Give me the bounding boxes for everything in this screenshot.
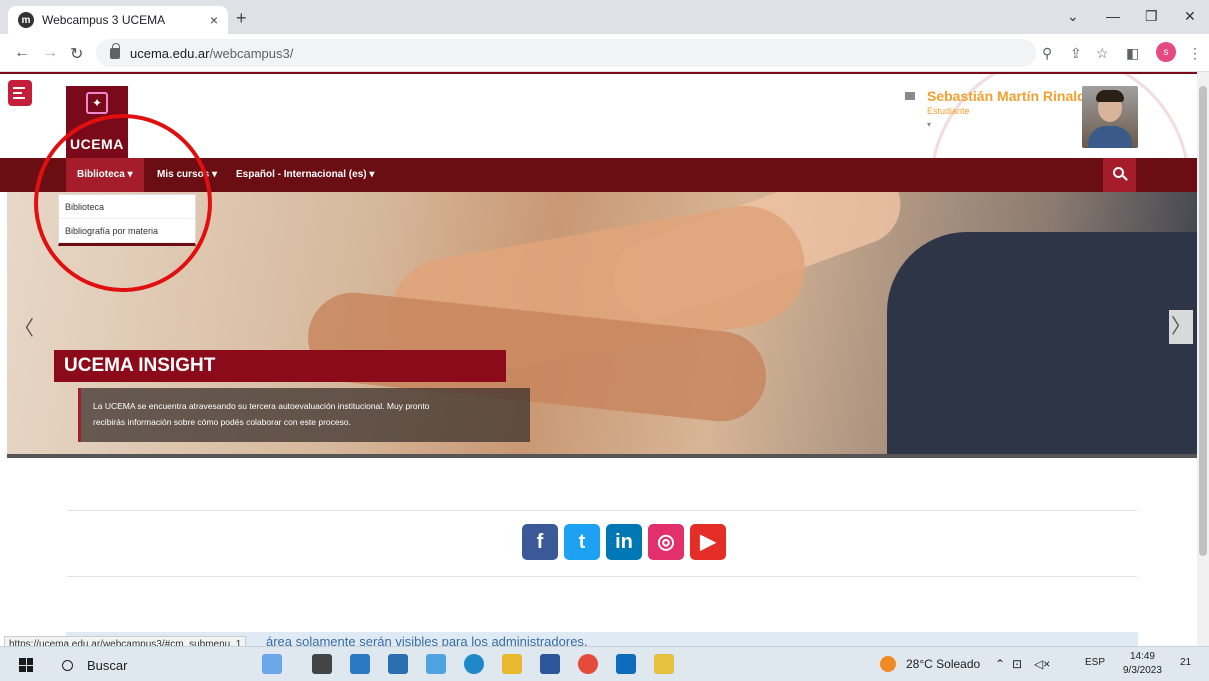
profile-avatar[interactable]: s [1156, 42, 1176, 62]
window-close-icon[interactable]: ✕ [1184, 8, 1196, 25]
address-bar[interactable]: ucema.edu.ar/webcampus3/ [96, 39, 1036, 67]
task-view-icon[interactable] [312, 654, 332, 674]
user-role: Estudiante [927, 106, 970, 116]
reload-icon[interactable]: ↻ [70, 44, 83, 64]
messages-icon[interactable] [905, 92, 915, 100]
nav-language[interactable]: Español - Internacional (es) ▾ [225, 158, 385, 192]
forward-arrow-icon[interactable]: → [42, 44, 58, 62]
edge-icon[interactable] [464, 654, 484, 674]
network-icon[interactable]: ⊡ [1012, 657, 1022, 671]
web-page: ✦ UCEMA Sebastián Martín Rinaldi Estudia… [0, 72, 1197, 646]
twitter-icon[interactable]: t [564, 524, 600, 560]
site-search-button[interactable] [1103, 158, 1136, 192]
clock-time: 14:49 [1129, 651, 1155, 662]
facebook-glyph: f [536, 531, 544, 553]
red-annotation-circle [34, 114, 212, 292]
notification-badge[interactable]: 21 [1180, 657, 1191, 668]
browser-tab[interactable]: m Webcampus 3 UCEMA × [8, 6, 228, 34]
youtube-glyph: ▶ [700, 531, 716, 553]
twitter-glyph: t [578, 531, 586, 553]
instagram-icon[interactable]: ◎ [648, 524, 684, 560]
youtube-icon[interactable]: ▶ [690, 524, 726, 560]
clock-date: 9/3/2023 [1123, 665, 1162, 676]
share-icon[interactable]: ⇪ [1070, 45, 1082, 62]
avatar-body [1088, 126, 1132, 148]
chrome-icon[interactable] [578, 654, 598, 674]
linkedin-glyph: in [615, 531, 633, 553]
file-explorer-icon[interactable] [502, 654, 522, 674]
bookmark-star-icon[interactable]: ☆ [1096, 45, 1109, 62]
tab-search-icon[interactable]: ⌄ [1067, 8, 1079, 25]
eagle-crest-icon: ✦ [86, 92, 108, 114]
tray-chevron-icon[interactable]: ⌃ [995, 657, 1005, 671]
search-icon [62, 659, 73, 671]
url-path: /webcampus3/ [209, 45, 294, 61]
linkedin-icon[interactable]: in [606, 524, 642, 560]
volume-icon[interactable]: ◁× [1034, 657, 1050, 671]
store-icon[interactable] [350, 654, 370, 674]
menu-kebab-icon[interactable]: ⋮ [1188, 45, 1202, 62]
hero-caption: La UCEMA se encuentra atravesando su ter… [78, 388, 530, 442]
word-icon[interactable] [540, 654, 560, 674]
outlook-icon[interactable] [616, 654, 636, 674]
url-host: ucema.edu.ar [130, 45, 210, 61]
language-indicator[interactable]: ESP [1085, 657, 1105, 668]
site-favicon-icon: m [18, 12, 34, 28]
scrollbar-thumb[interactable] [1199, 86, 1207, 556]
weather-sun-icon[interactable] [880, 656, 896, 672]
zoom-icon[interactable]: ⚲ [1042, 45, 1052, 62]
taskbar-clock[interactable]: 14:49 9/3/2023 [1123, 650, 1162, 678]
divider [67, 576, 1137, 577]
avatar-hair [1096, 90, 1124, 102]
back-arrow-icon[interactable]: ← [14, 44, 30, 62]
windows-taskbar: Buscar 28°C Soleado ⌃ ⊡ ◁× ESP 14:49 9/3… [0, 646, 1209, 681]
address-toolbar: ← → ↻ ucema.edu.ar/webcampus3/ ⚲ ⇪ ☆ ◧ s… [0, 34, 1209, 72]
search-icon-handle [1122, 175, 1128, 181]
carousel-prev-icon[interactable]: 〈 [14, 312, 34, 341]
new-tab-button[interactable]: + [236, 8, 247, 29]
divider [67, 510, 1137, 511]
windows-start-icon[interactable] [19, 658, 33, 672]
taskbar-search-label: Buscar [87, 657, 128, 673]
user-name[interactable]: Sebastián Martín Rinaldi [927, 88, 1090, 104]
tab-close-icon[interactable]: × [210, 12, 218, 28]
carousel-next-icon[interactable]: 〉 [1169, 310, 1193, 344]
facebook-icon[interactable]: f [522, 524, 558, 560]
minimize-icon[interactable]: — [1106, 8, 1120, 24]
page-scrollbar[interactable] [1197, 72, 1209, 646]
photos-icon[interactable] [426, 654, 446, 674]
weather-text[interactable]: 28°C Soleado [906, 657, 980, 671]
user-avatar[interactable] [1082, 86, 1138, 148]
tab-title: Webcampus 3 UCEMA [42, 13, 166, 27]
browser-tab-bar: m Webcampus 3 UCEMA × + ⌄ — ❐ ✕ [0, 0, 1209, 34]
instagram-glyph: ◎ [657, 531, 675, 553]
user-menu-caret-icon[interactable]: ▾ [927, 120, 931, 129]
mail-icon[interactable] [388, 654, 408, 674]
hero-image-sleeve [887, 232, 1197, 456]
notes-icon[interactable] [654, 654, 674, 674]
widgets-icon[interactable] [262, 654, 282, 674]
drawer-toggle-button[interactable] [8, 80, 32, 106]
lock-icon [110, 42, 120, 59]
hero-base-line [7, 454, 1197, 458]
taskbar-search[interactable]: Buscar [52, 651, 242, 679]
link-status-url: https://ucema.edu.ar/webcampus3/#cm_subm… [4, 636, 247, 646]
restore-icon[interactable]: ❐ [1145, 8, 1158, 25]
hero-caption-line: La UCEMA se encuentra atravesando su ter… [93, 401, 430, 411]
hero-caption-line: recibirás información sobre cómo podés c… [93, 417, 351, 427]
hero-title: UCEMA INSIGHT [54, 350, 506, 382]
side-panel-icon[interactable]: ◧ [1126, 45, 1139, 62]
